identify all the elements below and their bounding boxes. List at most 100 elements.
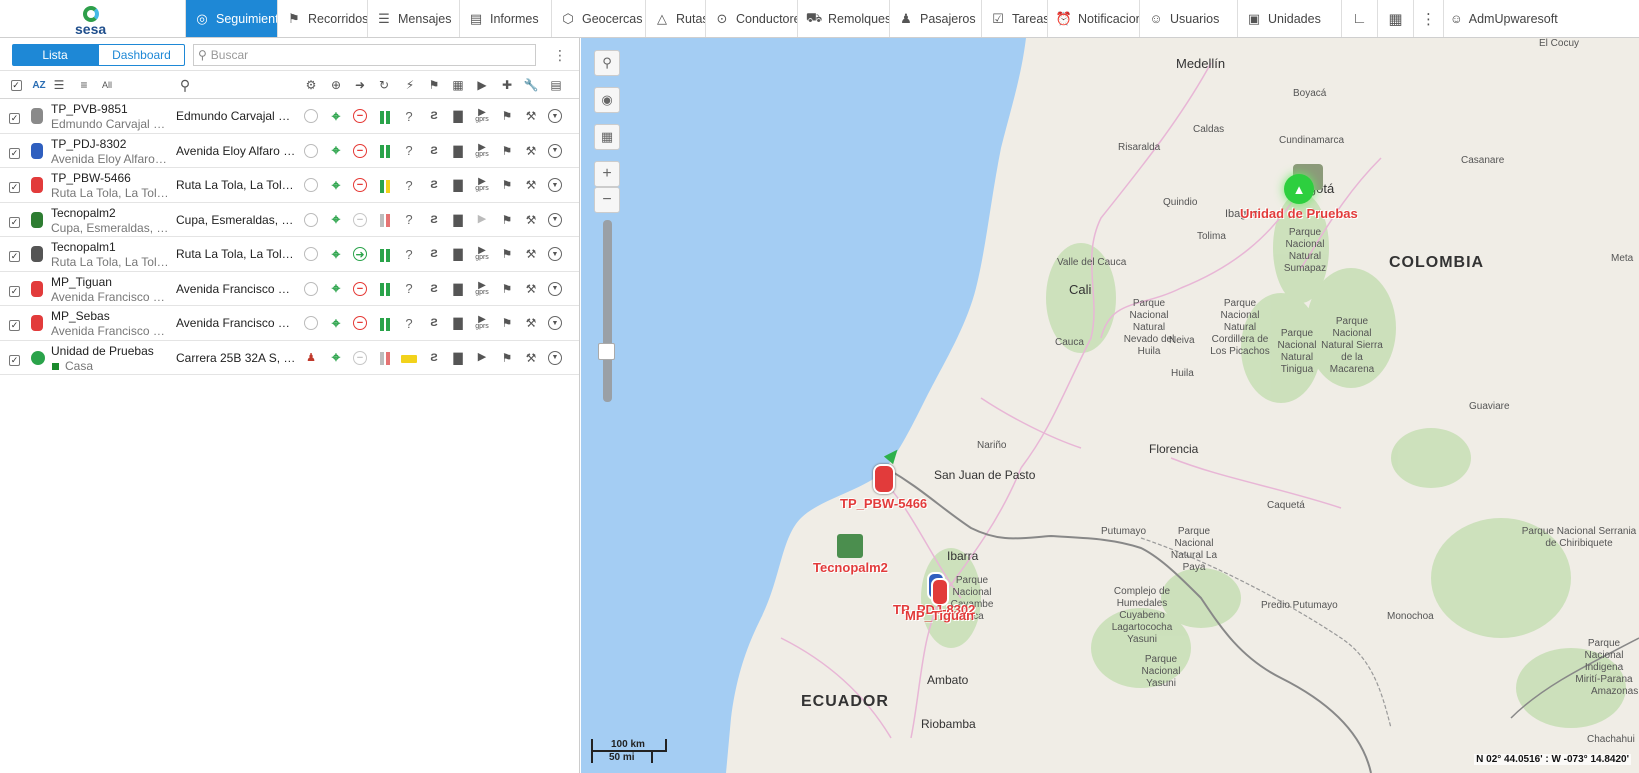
steering-wheel-icon[interactable]	[304, 316, 318, 330]
battery-column-icon[interactable]: ⚡	[402, 77, 418, 93]
unit-location[interactable]: Edmundo Carvajal 64...	[176, 109, 296, 123]
motion-state-icon[interactable]: −	[353, 178, 367, 192]
list-view-icon[interactable]: ☰	[51, 77, 67, 93]
tracks-icon[interactable]: Ƨ	[426, 108, 442, 124]
signal-bars-icon[interactable]	[377, 282, 393, 298]
tab-dashboard[interactable]: Dashboard	[98, 44, 185, 66]
signal-bars-icon[interactable]	[377, 351, 393, 367]
zoom-slider-handle[interactable]	[598, 343, 615, 360]
tracks-icon[interactable]: Ƨ	[426, 177, 442, 193]
gps-target-icon[interactable]: ⌖	[328, 211, 344, 228]
steering-wheel-icon[interactable]	[304, 143, 318, 158]
signal-bars-icon[interactable]	[377, 316, 393, 332]
tracks-icon[interactable]: Ƨ	[426, 350, 442, 366]
report-bars-icon[interactable]: ▇	[450, 246, 466, 262]
unit-row[interactable]: ✓ MP_Tiguan Avenida Francisco D... Avenida …	[0, 272, 579, 306]
motion-state-icon[interactable]: ➜	[353, 247, 367, 261]
map-vehicle-label-tiguan[interactable]: MP_Tiguan	[905, 608, 974, 623]
unknown-sensor-icon[interactable]: ?	[401, 212, 417, 228]
event-flag-icon[interactable]: ⚑	[499, 143, 515, 159]
send-command-icon[interactable]: ▶	[474, 212, 490, 228]
unknown-sensor-icon[interactable]: ?	[401, 246, 417, 262]
car-marker-pbw[interactable]	[873, 464, 895, 494]
service-wrench-icon[interactable]: ⚒	[523, 177, 539, 193]
unit-row[interactable]: ✓ MP_Sebas Avenida Francisco D... Avenida F…	[0, 306, 579, 341]
expand-details-icon[interactable]: ▼	[548, 109, 562, 123]
report-bars-icon[interactable]: ▇	[450, 108, 466, 124]
gps-target-icon[interactable]: ⌖	[328, 280, 344, 297]
send-command-icon[interactable]: ▶ gprs	[474, 108, 490, 124]
send-command-icon[interactable]: ▶ gprs	[474, 177, 490, 193]
service-wrench-icon[interactable]: ⚒	[523, 315, 539, 331]
send-command-icon[interactable]: ▶ gprs	[474, 142, 490, 159]
send-command-icon[interactable]: ▶ gprs	[474, 246, 490, 262]
map-visibility-icon[interactable]: ◉	[594, 87, 620, 113]
service-wrench-icon[interactable]: ⚒	[523, 350, 539, 366]
report-bars-icon[interactable]: ▇	[450, 177, 466, 193]
event-flag-icon[interactable]: ⚑	[499, 177, 515, 193]
nav-tareas[interactable]: ☑ Tareas	[982, 0, 1048, 37]
signal-bars-icon[interactable]	[377, 144, 393, 160]
nav-informes[interactable]: ▤ Informes	[460, 0, 552, 37]
motion-state-icon[interactable]: −	[353, 109, 367, 123]
nav-conductores[interactable]: ⊙ Conductores	[706, 0, 798, 37]
unit-checkbox[interactable]: ✓	[9, 179, 20, 193]
notes-column-icon[interactable]: ▤	[548, 77, 564, 93]
map-layers-icon[interactable]: ▦	[594, 124, 620, 150]
steering-wheel-icon[interactable]	[304, 109, 318, 123]
signal-bars-icon[interactable]	[377, 109, 393, 125]
expand-details-icon[interactable]: ▼	[548, 350, 562, 365]
report-bars-icon[interactable]: ▇	[450, 350, 466, 366]
motion-state-icon[interactable]: −	[353, 350, 367, 365]
unknown-sensor-icon[interactable]: ?	[401, 177, 417, 193]
nav-remolques[interactable]: ⛟ Remolques	[798, 0, 890, 37]
unknown-sensor-icon[interactable]: ?	[401, 143, 417, 159]
unit-row[interactable]: ✓ TP_PDJ-8302 Avenida Eloy Alfaro 2... Aven…	[0, 134, 579, 168]
signal-bars-icon[interactable]	[377, 247, 393, 263]
gps-target-icon[interactable]: ⌖	[328, 142, 344, 159]
steering-wheel-icon[interactable]	[304, 178, 318, 192]
expand-details-icon[interactable]: ▼	[548, 316, 562, 330]
group-icon[interactable]: ≡	[76, 77, 92, 93]
unit-location[interactable]: Avenida Francisco De...	[176, 316, 296, 330]
expand-details-icon[interactable]: ▼	[548, 143, 562, 158]
unit-location[interactable]: Carrera 25B 32A S, R...	[176, 351, 296, 365]
unit-checkbox[interactable]: ✓	[9, 317, 20, 331]
nav-geocercas[interactable]: ⬡ Geocercas	[552, 0, 646, 37]
unit-location[interactable]: Cupa, Esmeraldas, E...	[176, 213, 296, 227]
unit-checkbox[interactable]: ✓	[9, 352, 20, 366]
map-vehicle-label-pbw[interactable]: TP_PBW-5466	[840, 496, 927, 511]
steering-wheel-icon[interactable]	[304, 281, 318, 296]
tab-lista[interactable]: Lista	[12, 44, 98, 66]
search-input[interactable]	[210, 48, 511, 62]
motion-state-icon[interactable]: −	[353, 281, 367, 296]
service-column-icon[interactable]: 🔧	[523, 77, 539, 93]
unit-checkbox[interactable]: ✓	[9, 110, 20, 124]
unknown-sensor-icon[interactable]: ?	[401, 281, 417, 297]
more-options-icon[interactable]: ⋮	[1414, 0, 1444, 37]
report-bars-icon[interactable]: ▇	[450, 281, 466, 297]
report-bars-icon[interactable]: ▇	[450, 143, 466, 159]
unit-location[interactable]: Ruta La Tola, La Tola,...	[176, 178, 296, 192]
nav-recorridos[interactable]: ⚑ Recorridos	[278, 0, 368, 37]
nav-notificaciones[interactable]: ⏰ Notificaciones	[1048, 0, 1140, 37]
steering-wheel-icon[interactable]	[304, 212, 318, 227]
zoom-out-button[interactable]: −	[594, 187, 620, 213]
driver-column-icon[interactable]: ⚙	[303, 77, 319, 93]
connection-column-icon[interactable]: ↻	[376, 77, 392, 93]
event-flag-icon[interactable]: ⚑	[499, 246, 515, 262]
gps-target-icon[interactable]: ⌖	[328, 246, 344, 263]
event-flag-icon[interactable]: ⚑	[499, 350, 515, 366]
expand-details-icon[interactable]: ▼	[548, 247, 562, 261]
tracks-icon[interactable]: Ƨ	[426, 143, 442, 159]
unit-row[interactable]: ✓ TP_PBW-5466 Ruta La Tola, La Tola,... Rut…	[0, 168, 579, 203]
unit-checkbox[interactable]: ✓	[9, 145, 20, 159]
expand-details-icon[interactable]: ▼	[548, 281, 562, 296]
unit-location[interactable]: Ruta La Tola, La Tola,...	[176, 247, 296, 261]
unknown-sensor-icon[interactable]: ?	[401, 108, 417, 124]
event-flag-icon[interactable]: ⚑	[499, 315, 515, 331]
service-wrench-icon[interactable]: ⚒	[523, 143, 539, 159]
nav-seguimiento[interactable]: ◎ Seguimiento	[186, 0, 278, 37]
nav-rutas[interactable]: △ Rutas	[646, 0, 706, 37]
gps-column-icon[interactable]: ⊕	[328, 77, 344, 93]
